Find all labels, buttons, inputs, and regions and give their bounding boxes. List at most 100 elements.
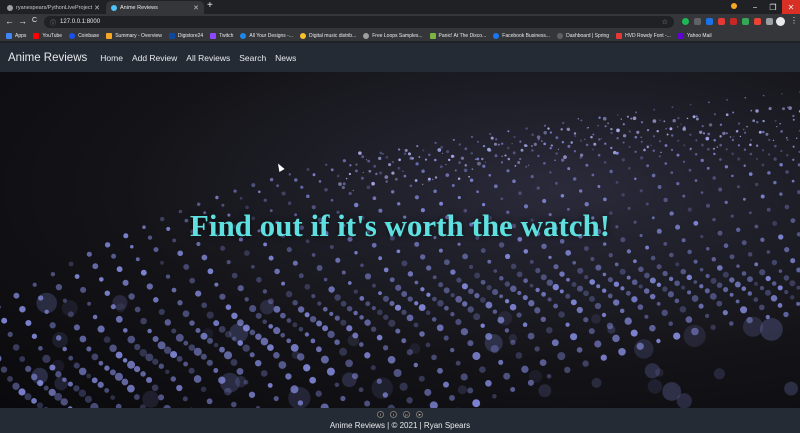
- bookmark-item[interactable]: Dashboard | Spring: [557, 32, 609, 39]
- extension-icon[interactable]: [754, 18, 761, 25]
- forward-button[interactable]: →: [18, 16, 27, 26]
- bookmark-item[interactable]: Panic! At The Disco...: [429, 32, 486, 39]
- back-button[interactable]: ←: [5, 16, 14, 26]
- bookmark-item[interactable]: Facebook Business...: [493, 32, 550, 39]
- particle-dot: [13, 292, 20, 299]
- extension-icon[interactable]: [706, 18, 713, 25]
- particle-dot: [503, 372, 511, 380]
- particle-dot: [354, 250, 358, 255]
- particle-dot: [694, 153, 698, 156]
- new-tab-button[interactable]: +: [207, 0, 213, 11]
- bookmark-item[interactable]: Apps: [6, 32, 26, 39]
- particle-dot: [464, 147, 468, 151]
- particle-dot: [534, 307, 541, 314]
- particle-dot: [456, 277, 462, 283]
- particle-dot: [580, 119, 583, 122]
- bookmark-item[interactable]: All Your Designs -...: [240, 32, 293, 39]
- particle-dot: [704, 288, 710, 294]
- site-brand[interactable]: Anime Reviews: [8, 52, 87, 64]
- particle-dot: [201, 254, 208, 261]
- bookmark-item[interactable]: Digital music distrib...: [300, 32, 356, 39]
- particle-dot: [467, 387, 474, 394]
- bokeh-dot: [235, 376, 247, 388]
- particle-dot: [360, 263, 364, 268]
- nav-search[interactable]: Search: [239, 53, 266, 63]
- particle-dot: [340, 300, 347, 307]
- bookmark-item[interactable]: Coinbase: [69, 32, 99, 39]
- github-icon: [7, 4, 13, 11]
- telegram-icon[interactable]: ➤: [416, 411, 423, 418]
- tab-github[interactable]: ryanespears/PythonLiveProject ✕: [2, 1, 105, 14]
- tab-close-icon[interactable]: ✕: [193, 4, 199, 12]
- particle-dot: [292, 322, 298, 328]
- extension-icon[interactable]: [718, 18, 725, 25]
- minimize-button[interactable]: −: [746, 0, 764, 14]
- particle-dot: [134, 366, 141, 373]
- particle-dot: [43, 385, 49, 391]
- particle-dot: [60, 398, 68, 406]
- particle-dot: [636, 130, 640, 134]
- particle-dot: [472, 399, 481, 408]
- nav-add-review[interactable]: Add Review: [132, 53, 177, 63]
- particle-dot: [493, 142, 498, 146]
- extension-icon[interactable]: [742, 18, 749, 25]
- extension-icon[interactable]: [694, 18, 701, 25]
- particle-dot: [292, 299, 298, 306]
- bokeh-dot: [538, 384, 552, 398]
- particle-dot: [580, 139, 583, 142]
- particle-dot: [440, 145, 444, 149]
- bookmark-item[interactable]: HVD Rowdy Font -...: [616, 32, 671, 39]
- extension-icon[interactable]: [730, 18, 737, 25]
- particle-dot: [531, 149, 534, 152]
- tab-close-icon[interactable]: ✕: [94, 4, 100, 12]
- particle-dot: [550, 144, 553, 147]
- facebook-icon[interactable]: f: [377, 411, 384, 418]
- bookmark-item[interactable]: YouTube: [33, 32, 62, 39]
- particle-dot: [457, 195, 461, 200]
- particle-dot: [543, 142, 547, 146]
- particle-dot: [675, 262, 680, 267]
- particle-dot: [79, 335, 87, 343]
- particle-dot: [372, 283, 376, 288]
- bookmark-item[interactable]: Free Loops Samples...: [363, 32, 423, 39]
- window-close-button[interactable]: ✕: [782, 0, 800, 14]
- nav-news[interactable]: News: [275, 53, 296, 63]
- bokeh-dot: [202, 328, 214, 339]
- bookmark-item[interactable]: Yahoo Mail: [677, 32, 712, 39]
- bookmark-item[interactable]: Digistore24: [168, 32, 203, 39]
- coinbase-icon: [69, 32, 76, 39]
- reload-button[interactable]: C: [32, 17, 37, 24]
- nav-all-reviews[interactable]: All Reviews: [186, 53, 230, 63]
- particle-dot: [163, 346, 172, 354]
- restore-button[interactable]: ❐: [764, 0, 782, 14]
- particle-dot: [627, 167, 631, 170]
- extension-icon[interactable]: [682, 18, 689, 25]
- bookmark-item[interactable]: Twitch: [210, 32, 233, 39]
- particle-dot: [634, 150, 637, 153]
- bookmark-item[interactable]: Summary - Overview: [106, 32, 162, 39]
- twitter-icon[interactable]: t: [390, 411, 397, 418]
- extensions-puzzle-icon[interactable]: [766, 18, 773, 25]
- particle-dot: [495, 138, 498, 141]
- particle-dot: [486, 284, 492, 291]
- bookmark-star-icon[interactable]: ☆: [662, 18, 668, 26]
- pinterest-icon[interactable]: p: [403, 411, 410, 418]
- particle-dot: [421, 169, 425, 173]
- particle-dot: [676, 181, 680, 186]
- particle-dot: [750, 109, 753, 112]
- address-bar[interactable]: ⓘ 127.0.0.1:8000 ☆: [44, 16, 674, 28]
- profile-sync-icon[interactable]: [731, 3, 737, 9]
- particle-dot: [130, 244, 134, 249]
- menu-kebab-icon[interactable]: ⋮: [790, 16, 798, 25]
- particle-dot: [450, 292, 455, 298]
- particle-dot: [719, 158, 722, 161]
- particle-dot: [635, 111, 637, 114]
- profile-avatar[interactable]: [776, 17, 785, 26]
- particle-dot: [555, 152, 559, 155]
- nav-home[interactable]: Home: [100, 53, 123, 63]
- particle-dot: [597, 125, 599, 127]
- particle-dot: [516, 271, 523, 278]
- particle-dot: [409, 184, 413, 188]
- tab-anime-reviews[interactable]: Anime Reviews ✕: [106, 1, 204, 14]
- info-icon[interactable]: ⓘ: [50, 18, 56, 27]
